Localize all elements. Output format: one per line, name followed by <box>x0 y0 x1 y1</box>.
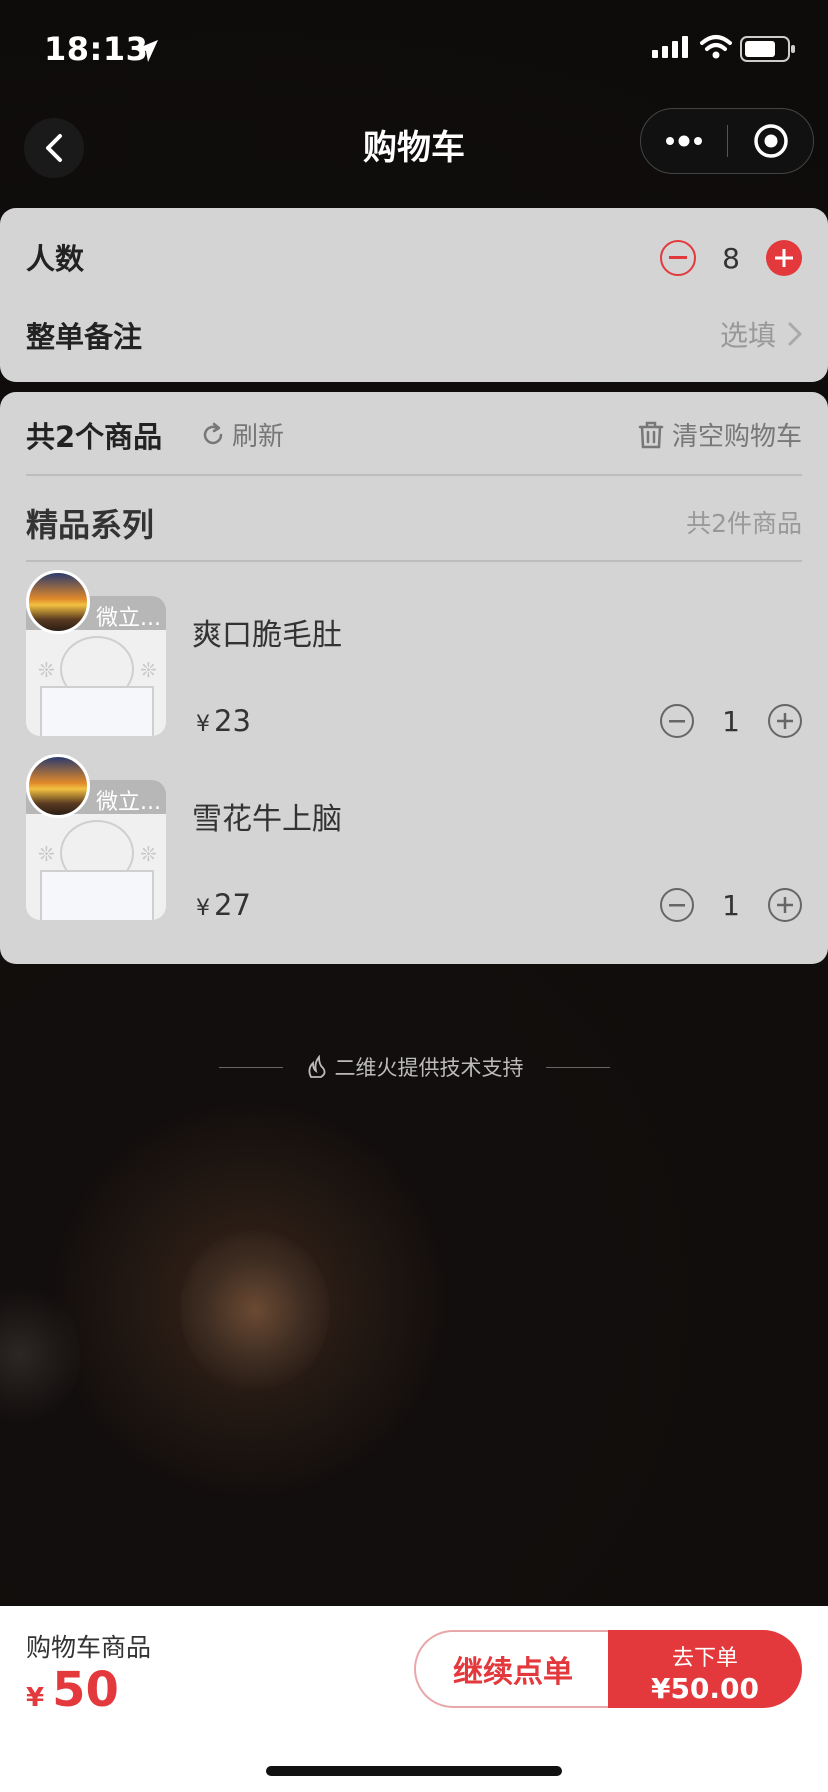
divider <box>218 1066 283 1068</box>
refresh-icon <box>203 422 223 444</box>
shop-avatar <box>26 754 90 818</box>
wifi-icon <box>700 34 732 64</box>
order-info-card: 人数 8 整单备注 选填 <box>0 208 828 382</box>
cart-screen: 18:13 购物车 人数 8 整单备注 选填 共2个商品 刷新 清空购物车 精品… <box>0 0 828 1792</box>
plus-icon <box>775 249 793 267</box>
guests-label: 人数 <box>26 242 85 276</box>
trash-icon <box>638 421 664 448</box>
place-order-button[interactable]: 去下单 ¥50.00 <box>608 1630 802 1708</box>
place-order-amount: ¥50.00 <box>650 1672 760 1705</box>
qty-increment-button[interactable] <box>768 888 802 922</box>
item-name: 雪花牛上脑 <box>192 802 342 837</box>
continue-ordering-button[interactable]: 继续点单 <box>414 1630 610 1708</box>
guests-increment-button[interactable] <box>766 240 802 276</box>
cart-count: 共2个商品 <box>26 420 163 454</box>
remark-placeholder: 选填 <box>719 319 776 352</box>
plus-icon <box>777 713 793 729</box>
divider <box>26 560 802 562</box>
refresh-label: 刷新 <box>232 422 285 452</box>
signal-icon <box>652 36 692 62</box>
miniprogram-capsule <box>640 108 814 174</box>
place-order-label: 去下单 <box>671 1646 738 1671</box>
remark-field[interactable]: 选填 <box>720 314 802 354</box>
category-count: 共2件商品 <box>686 509 802 538</box>
checkout-bar: 购物车商品 ¥50 继续点单 去下单 ¥50.00 <box>0 1606 828 1792</box>
minus-icon <box>669 256 687 259</box>
item-price: ¥23 <box>196 704 251 738</box>
guests-decrement-button[interactable] <box>660 240 696 276</box>
credit-text: 二维火提供技术支持 <box>334 1056 524 1080</box>
tech-support-credit: 二维火提供技术支持 <box>0 1052 828 1082</box>
flame-logo-icon <box>308 1055 325 1078</box>
location-arrow-icon <box>134 38 160 68</box>
remark-label: 整单备注 <box>26 320 143 354</box>
guests-count: 8 <box>722 241 740 275</box>
background-glow <box>180 1230 330 1390</box>
minus-icon <box>669 719 685 722</box>
clear-cart-label: 清空购物车 <box>671 422 802 452</box>
item-qty-stepper: 1 <box>660 888 802 922</box>
thumbnail-caption: 微立... <box>96 790 161 815</box>
plus-icon <box>777 897 793 913</box>
qty-decrement-button[interactable] <box>660 704 694 738</box>
background-glow <box>0 1280 80 1430</box>
divider <box>545 1066 610 1068</box>
thumbnail-caption: 微立... <box>96 606 161 631</box>
home-indicator[interactable] <box>266 1766 562 1776</box>
shop-avatar <box>26 570 90 634</box>
battery-icon <box>740 36 796 66</box>
status-bar: 18:13 <box>0 0 828 100</box>
more-button[interactable] <box>641 109 727 173</box>
nav-bar: 购物车 <box>0 100 828 208</box>
qty-increment-button[interactable] <box>768 704 802 738</box>
cart-card: 共2个商品 刷新 清空购物车 精品系列 共2件商品 微立... ❊ ❊ 爽口脆毛… <box>0 392 828 964</box>
qty-decrement-button[interactable] <box>660 888 694 922</box>
item-price: ¥27 <box>196 888 251 922</box>
clear-cart-button[interactable]: 清空购物车 <box>638 416 802 453</box>
cart-summary-label: 购物车商品 <box>26 1633 152 1662</box>
category-title: 精品系列 <box>26 506 155 544</box>
guests-stepper: 8 <box>660 240 802 276</box>
item-qty-stepper: 1 <box>660 704 802 738</box>
cart-item: 微立... ❊ ❊ 雪花牛上脑 ¥27 1 <box>0 754 828 922</box>
more-dots-icon <box>666 135 702 147</box>
cart-item: 微立... ❊ ❊ 爽口脆毛肚 ¥23 1 <box>0 570 828 738</box>
item-name: 爽口脆毛肚 <box>192 618 342 653</box>
minus-icon <box>669 903 685 906</box>
refresh-button[interactable]: 刷新 <box>200 416 284 453</box>
item-qty: 1 <box>722 888 740 922</box>
item-qty: 1 <box>722 704 740 738</box>
status-time: 18:13 <box>44 30 149 68</box>
chevron-right-icon <box>788 322 802 346</box>
target-circle-icon <box>753 124 788 158</box>
cart-total: ¥50 <box>26 1662 119 1718</box>
close-miniprogram-button[interactable] <box>728 109 813 173</box>
divider <box>26 474 802 476</box>
